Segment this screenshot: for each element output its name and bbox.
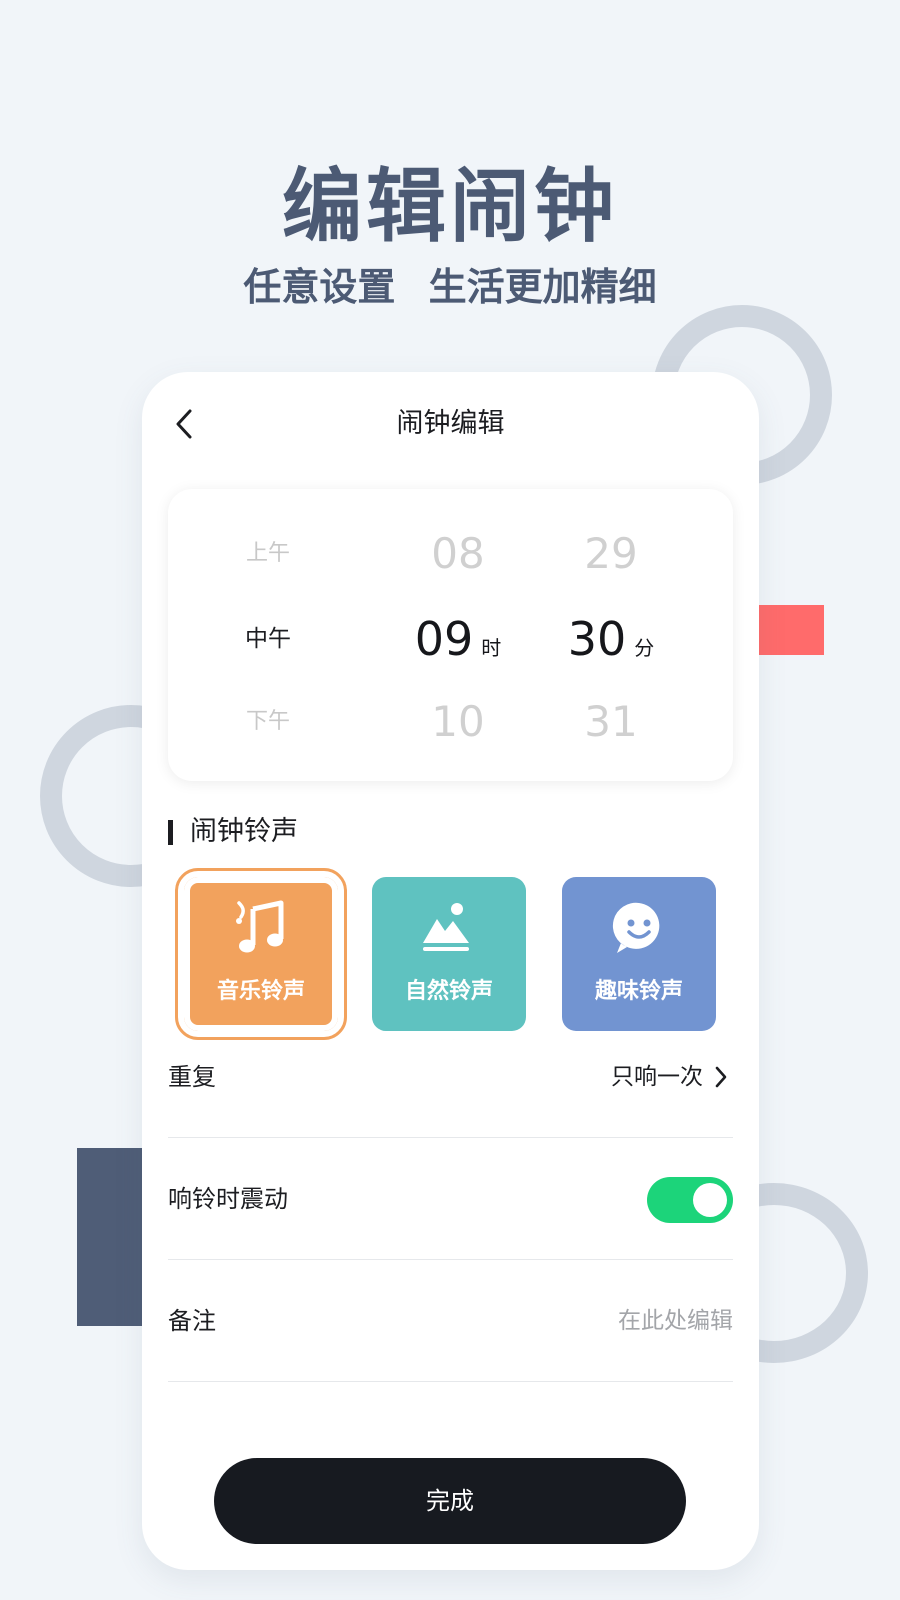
vibrate-toggle[interactable] bbox=[647, 1177, 733, 1223]
promo-headline: 编辑闹钟 bbox=[282, 160, 618, 253]
minute-value: 30 bbox=[567, 612, 627, 666]
decorative-block bbox=[752, 605, 824, 655]
repeat-value: 只响一次 bbox=[611, 1064, 703, 1090]
note-input[interactable]: 在此处编辑 bbox=[618, 1261, 733, 1381]
repeat-row[interactable]: 重复 只响一次 bbox=[168, 1017, 733, 1138]
ringtone-card-nature[interactable]: 自然铃声 bbox=[372, 877, 526, 1031]
period-option[interactable]: 下午 bbox=[208, 697, 328, 747]
minute-option[interactable]: 31 bbox=[536, 697, 686, 747]
repeat-label: 重复 bbox=[168, 1063, 216, 1091]
ringtone-card-fun[interactable]: 趣味铃声 bbox=[562, 877, 716, 1031]
ringtone-label: 音乐铃声 bbox=[216, 979, 305, 1004]
music-note-icon bbox=[236, 900, 284, 953]
hour-wheel[interactable]: 08 09 时 10 bbox=[383, 489, 533, 781]
period-wheel[interactable]: 上午 中午 下午 bbox=[208, 489, 328, 781]
ringtone-label: 自然铃声 bbox=[404, 979, 493, 1004]
minute-unit: 分 bbox=[634, 636, 655, 660]
minute-option[interactable]: 29 bbox=[536, 529, 686, 579]
done-button[interactable]: 完成 bbox=[214, 1458, 686, 1544]
minute-selected[interactable]: 30 分 bbox=[536, 609, 686, 669]
toggle-knob bbox=[693, 1183, 727, 1217]
hour-value: 09 bbox=[414, 612, 474, 666]
ringtone-card-music[interactable]: 音乐铃声 bbox=[175, 868, 347, 1040]
note-row[interactable]: 备注 在此处编辑 bbox=[168, 1261, 733, 1382]
hour-unit: 时 bbox=[481, 636, 502, 660]
mountain-icon bbox=[423, 903, 469, 951]
ringtone-label: 趣味铃声 bbox=[594, 979, 683, 1004]
period-option[interactable]: 上午 bbox=[208, 529, 328, 579]
hour-option[interactable]: 08 bbox=[383, 529, 533, 579]
hour-option[interactable]: 10 bbox=[383, 697, 533, 747]
chevron-right-icon bbox=[715, 1066, 727, 1088]
ringtone-section-title: 闹钟铃声 bbox=[168, 812, 298, 852]
time-picker: 上午 中午 下午 08 09 时 10 29 30 分 31 bbox=[168, 489, 733, 781]
vibrate-label: 响铃时震动 bbox=[168, 1185, 288, 1213]
period-selected[interactable]: 中午 bbox=[208, 609, 328, 669]
smiley-icon bbox=[612, 902, 660, 953]
note-label: 备注 bbox=[168, 1307, 216, 1335]
hour-selected[interactable]: 09 时 bbox=[383, 609, 533, 669]
vibrate-row: 响铃时震动 bbox=[168, 1139, 733, 1260]
phone-screen: 闹钟编辑 上午 中午 下午 08 09 时 10 29 30 分 31 闹钟铃声 bbox=[142, 372, 759, 1570]
promo-subheadline: 任意设置 生活更加精细 bbox=[243, 265, 657, 309]
minute-wheel[interactable]: 29 30 分 31 bbox=[536, 489, 686, 781]
screen-title: 闹钟编辑 bbox=[396, 408, 505, 439]
